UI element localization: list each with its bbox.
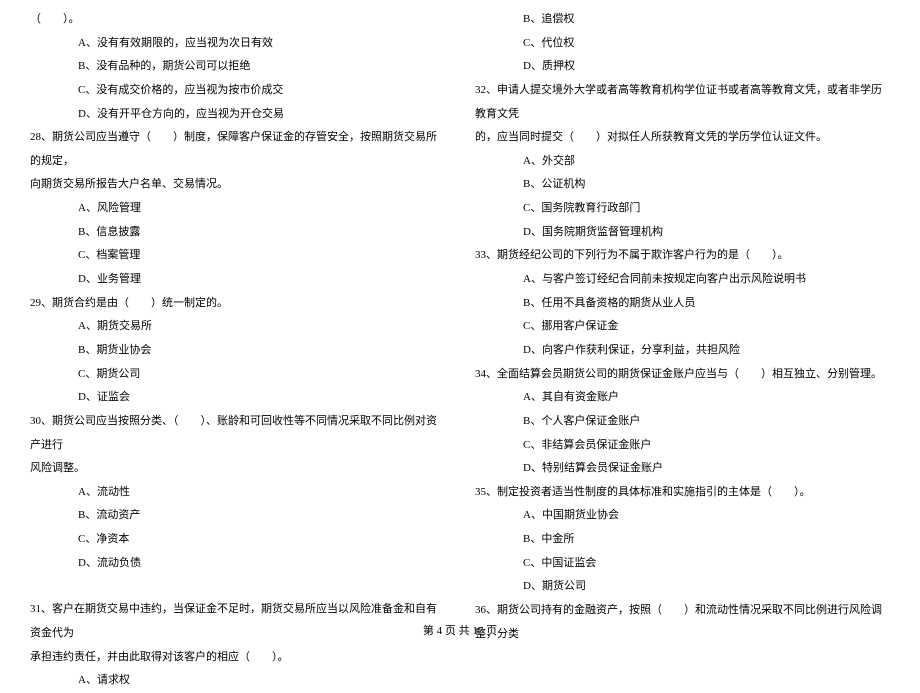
q29-option-a: A、期货交易所 xyxy=(30,315,445,339)
q27-option-c: C、没有成交价格的，应当视为按市价成交 xyxy=(30,79,445,103)
q32-option-a: A、外交部 xyxy=(475,150,890,174)
q31-option-d: D、质押权 xyxy=(475,55,890,79)
q28-option-d: D、业务管理 xyxy=(30,268,445,292)
q29-option-d: D、证监会 xyxy=(30,386,445,410)
spacer xyxy=(30,575,445,598)
right-column: B、追偿权 C、代位权 D、质押权 32、申请人提交境外大学或者高等教育机构学位… xyxy=(475,8,890,693)
q35-text: 35、制定投资者适当性制度的具体标准和实施指引的主体是（ ）。 xyxy=(475,481,890,505)
q28-cont: 向期货交易所报告大户名单、交易情况。 xyxy=(30,173,445,197)
q35-option-a: A、中国期货业协会 xyxy=(475,504,890,528)
q30-option-b: B、流动资产 xyxy=(30,504,445,528)
q34-option-c: C、非结算会员保证金账户 xyxy=(475,434,890,458)
q29-option-b: B、期货业协会 xyxy=(30,339,445,363)
q31-option-a: A、请求权 xyxy=(30,669,445,693)
q33-option-a: A、与客户签订经纪合同前未按规定向客户出示风险说明书 xyxy=(475,268,890,292)
q31-option-c: C、代位权 xyxy=(475,32,890,56)
q35-option-c: C、中国证监会 xyxy=(475,552,890,576)
q29-text: 29、期货合约是由（ ）统一制定的。 xyxy=(30,292,445,316)
q34-option-b: B、个人客户保证金账户 xyxy=(475,410,890,434)
q31-cont: 承担违约责任，并由此取得对该客户的相应（ ）。 xyxy=(30,646,445,670)
q28-option-a: A、风险管理 xyxy=(30,197,445,221)
q33-option-d: D、向客户作获利保证，分享利益，共担风险 xyxy=(475,339,890,363)
q27-tail: （ ）。 xyxy=(30,8,445,32)
q27-option-d: D、没有开平仓方向的，应当视为开仓交易 xyxy=(30,103,445,127)
page-footer: 第 4 页 共 17 页 xyxy=(0,622,920,638)
q30-cont: 风险调整。 xyxy=(30,457,445,481)
q28-option-b: B、信息披露 xyxy=(30,221,445,245)
two-column-layout: （ ）。 A、没有有效期限的，应当视为次日有效 B、没有品种的，期货公司可以拒绝… xyxy=(30,8,890,693)
q31-option-b: B、追偿权 xyxy=(475,8,890,32)
q27-option-b: B、没有品种的，期货公司可以拒绝 xyxy=(30,55,445,79)
q32-option-d: D、国务院期货监督管理机构 xyxy=(475,221,890,245)
q29-option-c: C、期货公司 xyxy=(30,363,445,387)
q35-option-d: D、期货公司 xyxy=(475,575,890,599)
q35-option-b: B、中金所 xyxy=(475,528,890,552)
q32-cont: 的，应当同时提交（ ）对拟任人所获教育文凭的学历学位认证文件。 xyxy=(475,126,890,150)
q30-option-c: C、净资本 xyxy=(30,528,445,552)
q30-option-d: D、流动负债 xyxy=(30,552,445,576)
q33-text: 33、期货经纪公司的下列行为不属于欺诈客户行为的是（ ）。 xyxy=(475,244,890,268)
q33-option-c: C、挪用客户保证金 xyxy=(475,315,890,339)
q33-option-b: B、任用不具备资格的期货从业人员 xyxy=(475,292,890,316)
q34-option-d: D、特别结算会员保证金账户 xyxy=(475,457,890,481)
q34-option-a: A、其自有资金账户 xyxy=(475,386,890,410)
q28-text: 28、期货公司应当遵守（ ）制度，保障客户保证金的存管安全，按照期货交易所的规定… xyxy=(30,126,445,173)
q28-option-c: C、档案管理 xyxy=(30,244,445,268)
q32-option-b: B、公证机构 xyxy=(475,173,890,197)
q32-text: 32、申请人提交境外大学或者高等教育机构学位证书或者高等教育文凭，或者非学历教育… xyxy=(475,79,890,126)
left-column: （ ）。 A、没有有效期限的，应当视为次日有效 B、没有品种的，期货公司可以拒绝… xyxy=(30,8,445,693)
q30-text: 30、期货公司应当按照分类、（ ）、账龄和可回收性等不同情况采取不同比例对资产进… xyxy=(30,410,445,457)
q34-text: 34、全面结算会员期货公司的期货保证金账户应当与（ ）相互独立、分别管理。 xyxy=(475,363,890,387)
q27-option-a: A、没有有效期限的，应当视为次日有效 xyxy=(30,32,445,56)
q30-option-a: A、流动性 xyxy=(30,481,445,505)
q32-option-c: C、国务院教育行政部门 xyxy=(475,197,890,221)
